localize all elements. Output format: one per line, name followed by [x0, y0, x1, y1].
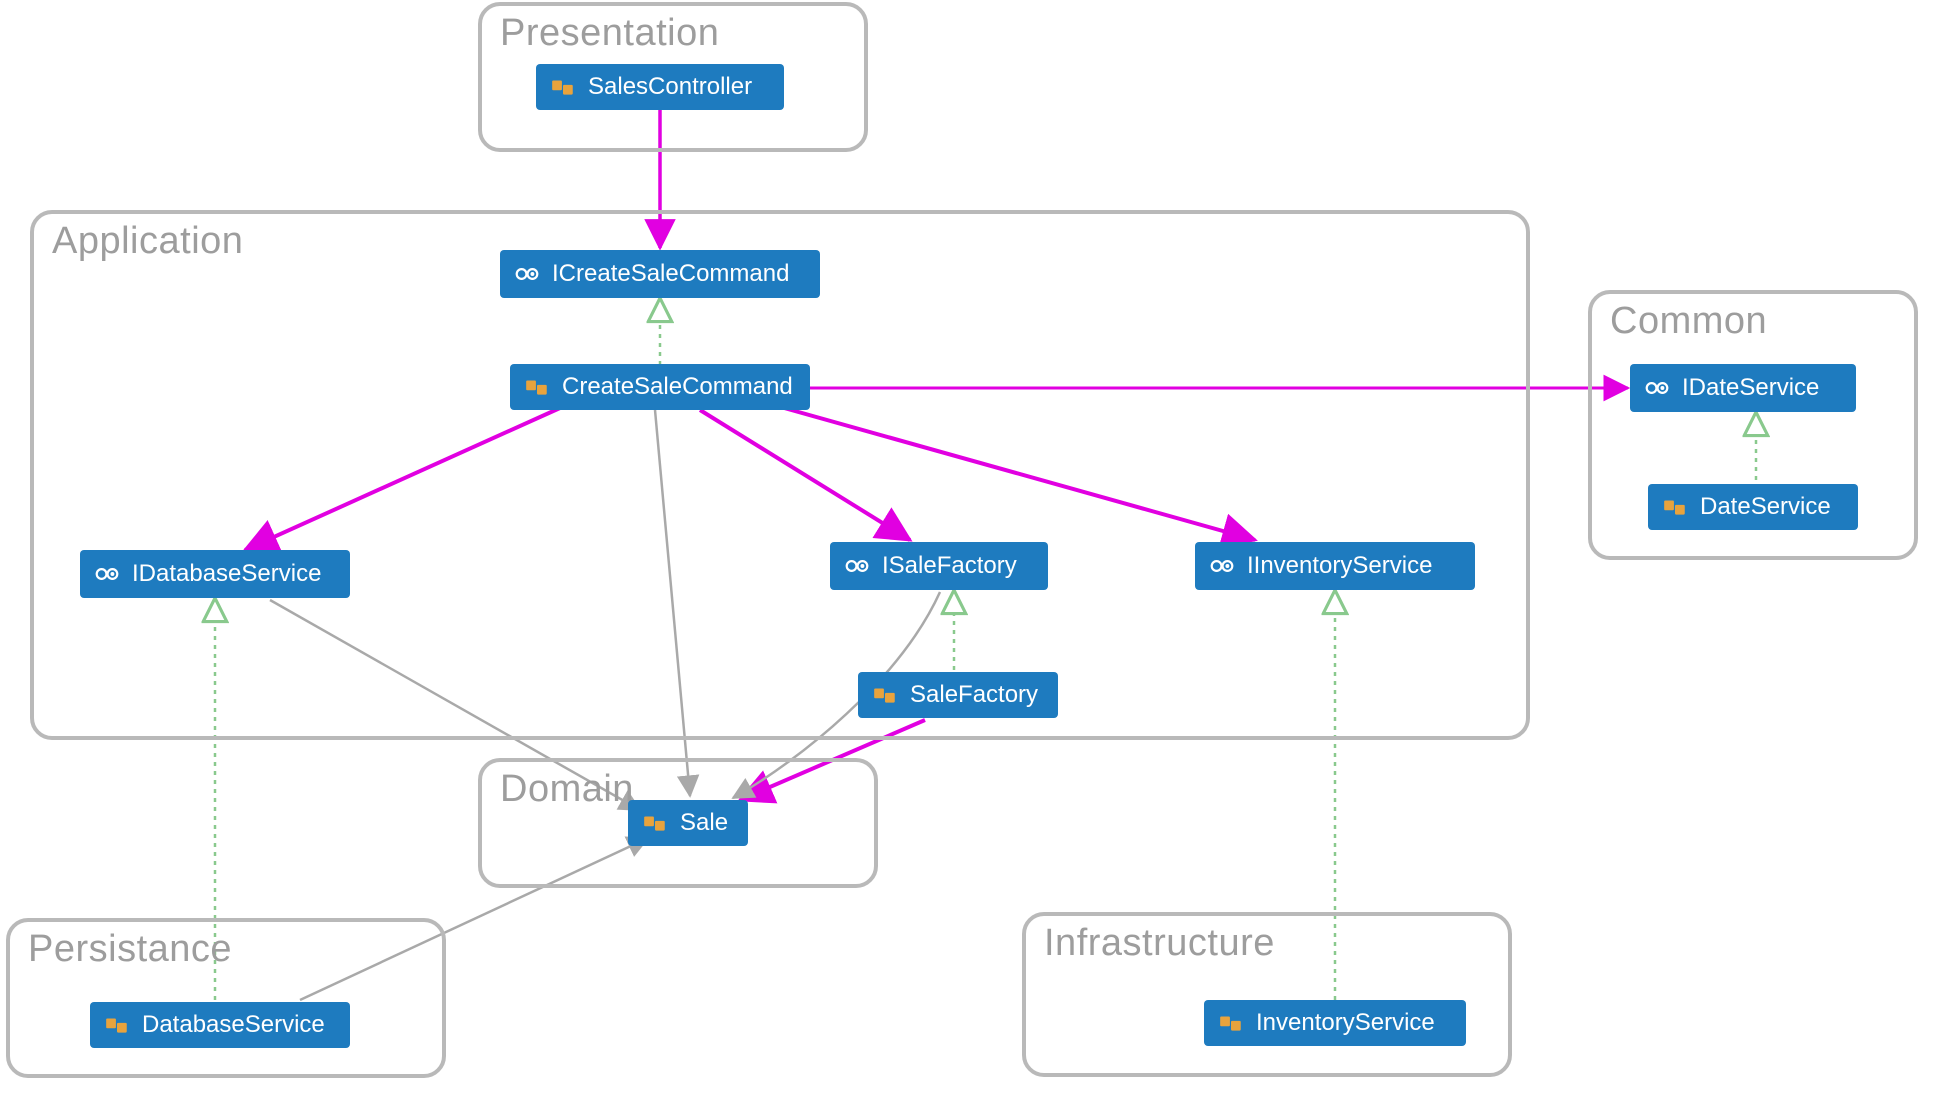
node-label: SalesController	[588, 73, 768, 101]
group-infrastructure: Infrastructure	[1022, 912, 1512, 1077]
interface-icon	[92, 559, 122, 589]
node-sale[interactable]: Sale	[628, 800, 748, 846]
group-label: Infrastructure	[1044, 922, 1275, 965]
class-icon	[102, 1010, 132, 1040]
class-icon	[870, 680, 900, 710]
node-dateservice[interactable]: DateService	[1648, 484, 1858, 530]
node-label: InventoryService	[1256, 1009, 1450, 1037]
class-icon	[1216, 1008, 1246, 1038]
group-label: Presentation	[500, 12, 719, 55]
class-icon	[1660, 492, 1690, 522]
class-icon	[548, 72, 578, 102]
group-label: Common	[1610, 300, 1767, 343]
node-idatabaseservice[interactable]: IDatabaseService	[80, 550, 350, 598]
node-salescontroller[interactable]: SalesController	[536, 64, 784, 110]
node-label: IInventoryService	[1247, 552, 1459, 580]
node-label: IDateService	[1682, 374, 1840, 402]
node-label: SaleFactory	[910, 681, 1042, 709]
interface-icon	[842, 551, 872, 581]
node-label: Sale	[680, 809, 732, 837]
node-createsalecommand[interactable]: CreateSaleCommand	[510, 364, 810, 410]
node-idateservice[interactable]: IDateService	[1630, 364, 1856, 412]
group-label: Application	[52, 220, 243, 263]
diagram-canvas: Presentation Application Common Domain P…	[0, 0, 1936, 1098]
group-persistance: Persistance	[6, 918, 446, 1078]
node-label: ISaleFactory	[882, 552, 1032, 580]
node-databaseservice[interactable]: DatabaseService	[90, 1002, 350, 1048]
group-label: Persistance	[28, 928, 232, 971]
interface-icon	[512, 259, 542, 289]
group-label: Domain	[500, 768, 634, 811]
node-label: CreateSaleCommand	[562, 373, 794, 401]
interface-icon	[1642, 373, 1672, 403]
node-label: DateService	[1700, 493, 1842, 521]
interface-icon	[1207, 551, 1237, 581]
node-label: DatabaseService	[142, 1011, 334, 1039]
node-inventoryservice[interactable]: InventoryService	[1204, 1000, 1466, 1046]
class-icon	[522, 372, 552, 402]
node-label: IDatabaseService	[132, 560, 334, 588]
node-isalefactory[interactable]: ISaleFactory	[830, 542, 1048, 590]
node-icreatesalecommand[interactable]: ICreateSaleCommand	[500, 250, 820, 298]
node-label: ICreateSaleCommand	[552, 260, 804, 288]
node-iinventoryservice[interactable]: IInventoryService	[1195, 542, 1475, 590]
node-salefactory[interactable]: SaleFactory	[858, 672, 1058, 718]
class-icon	[640, 808, 670, 838]
